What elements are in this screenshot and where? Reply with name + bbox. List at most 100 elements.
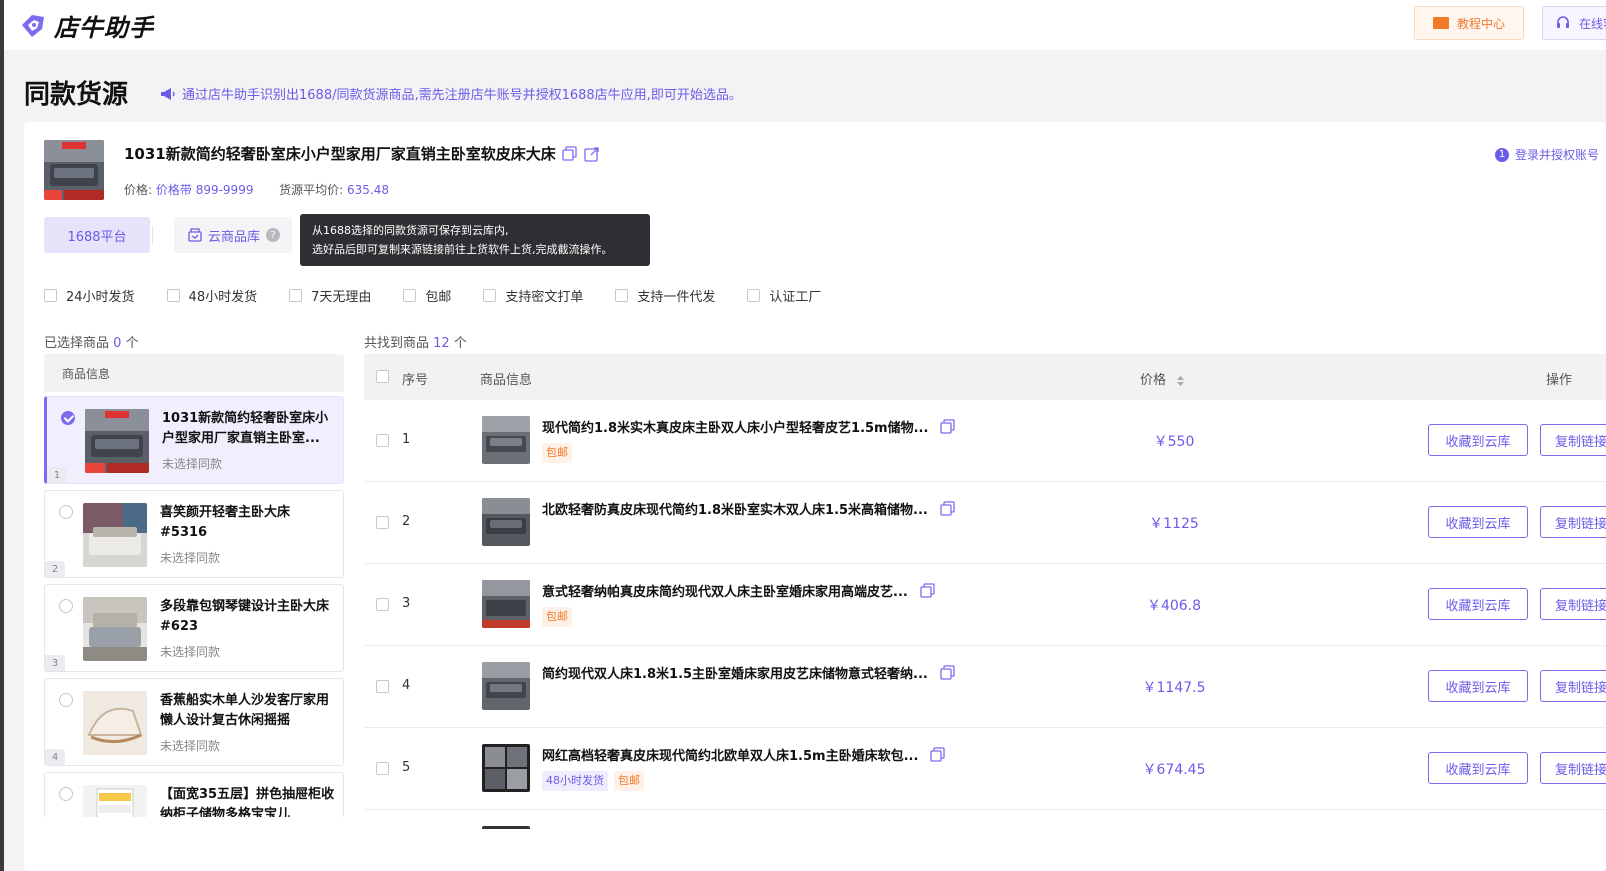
selected-unit: 个 <box>125 336 139 351</box>
save-to-cloud-button[interactable]: 收藏到云库 <box>1428 506 1528 538</box>
product-price: ￥674.45 <box>1142 762 1206 778</box>
table-row: 4 简约现代双人床1.8米1.5主卧室婚床家用皮艺床储物意式轻奢纳... ￥11… <box>364 646 1606 728</box>
product-title: 网红高档轻奢真皮床现代简约北欧单双人床1.5m主卧婚床软包... <box>542 745 946 764</box>
app-name: 店牛助手 <box>54 14 154 42</box>
filter-label: 48小时发货 <box>188 290 258 305</box>
filter-dropship[interactable]: 支持一件代发 <box>615 286 715 305</box>
avg-price-label: 货源平均价: <box>279 183 344 197</box>
copy-icon[interactable] <box>940 664 956 681</box>
price-label: 价格: <box>124 183 153 197</box>
results-table-header: 序号 商品信息 价格 操作 <box>364 354 1606 400</box>
tutorial-label: 教程中心 <box>1456 16 1505 31</box>
radio[interactable] <box>59 599 73 613</box>
sort-icon[interactable] <box>1176 375 1185 387</box>
found-label: 共找到商品 <box>364 336 430 351</box>
copy-link-button[interactable]: 复制链接 <box>1540 752 1606 784</box>
save-to-cloud-button[interactable]: 收藏到云库 <box>1428 752 1528 784</box>
product-thumbnail <box>85 409 149 473</box>
list-item[interactable]: 1031新款简约轻奢卧室床小户型家用厂家直销主卧室... 未选择同款 1 <box>44 396 344 484</box>
product-title-text: 北欧轻奢防真皮床现代简约1.8米卧室实木双人床1.5米高箱储物... <box>542 503 928 518</box>
megaphone-icon <box>161 87 175 100</box>
tab-cloud-library[interactable]: 云商品库 ? <box>174 217 292 253</box>
product-thumbnail <box>83 785 147 817</box>
product-thumbnail <box>83 597 147 661</box>
filter-7day-return[interactable]: 7天无理由 <box>289 286 371 305</box>
product-price: ￥550 <box>1153 434 1195 450</box>
item-index: 1 <box>47 467 67 483</box>
filter-48h[interactable]: 48小时发货 <box>166 286 258 305</box>
login-auth-link[interactable]: 1 登录并授权账号 <box>1495 146 1599 163</box>
tag-48h-shipping: 48小时发货 <box>542 771 608 791</box>
row-index: 1 <box>402 432 411 447</box>
headset-icon <box>1557 16 1569 28</box>
row-checkbox[interactable] <box>376 516 389 529</box>
tab-1688-platform[interactable]: 1688平台 <box>44 217 150 253</box>
copy-title-icon[interactable] <box>562 145 578 162</box>
item-index: 2 <box>45 561 65 577</box>
product-name: 1031新款简约轻奢卧室床小户型家用厂家直销主卧室... <box>162 411 329 446</box>
list-item[interactable]: 香蕉船实木单人沙发客厅家用懒人设计复古休闲摇摇 未选择同款 4 <box>44 678 344 766</box>
book-icon <box>1432 17 1449 29</box>
list-item[interactable]: 多段靠包钢琴键设计主卧大床#623 未选择同款 3 <box>44 584 344 672</box>
column-action: 操作 <box>1546 373 1573 388</box>
radio[interactable] <box>59 505 73 519</box>
source-product-title: 1031新款简约轻奢卧室床小户型家用厂家直销主卧室软皮床大床 <box>124 143 600 164</box>
column-price[interactable]: 价格 <box>1140 369 1185 388</box>
checkbox[interactable] <box>615 289 629 302</box>
checkbox[interactable] <box>483 289 497 302</box>
filter-free-shipping[interactable]: 包邮 <box>403 286 451 305</box>
open-link-icon[interactable] <box>584 146 600 162</box>
list-item[interactable]: 【面宽35五层】拼色抽屉柜收纳柜子储物多格宝宝儿 5 <box>44 772 344 817</box>
tutorial-center-button[interactable]: 教程中心 <box>1414 6 1524 40</box>
table-row: 3 意式轻奢纳帕真皮床简约现代双人床主卧室婚床家用高端皮艺... 包邮 ￥406… <box>364 564 1606 646</box>
checkbox[interactable] <box>403 289 417 302</box>
help-icon[interactable]: ? <box>266 228 281 242</box>
copy-link-button[interactable]: 复制链接 <box>1540 670 1606 702</box>
filter-label: 支持密文打单 <box>505 290 584 305</box>
checkbox[interactable] <box>747 289 761 302</box>
tag-list: 48小时发货 包邮 <box>542 771 650 791</box>
results-table-body: 1 现代简约1.8米实木真皮床主卧双人床小户型轻奢皮艺1.5m储物... 包邮 … <box>364 400 1606 829</box>
product-title: 意式轻奢纳帕真皮床简约现代双人床主卧室婚床家用高端皮艺... <box>542 581 936 600</box>
save-to-cloud-button[interactable]: 收藏到云库 <box>1428 588 1528 620</box>
checkbox[interactable] <box>166 289 180 302</box>
save-to-cloud-button[interactable]: 收藏到云库 <box>1428 424 1528 456</box>
selected-product-list[interactable]: 1031新款简约轻奢卧室床小户型家用厂家直销主卧室... 未选择同款 1 喜笑颜… <box>44 396 344 817</box>
filter-encrypted-print[interactable]: 支持密文打单 <box>483 286 583 305</box>
copy-icon[interactable] <box>940 418 956 435</box>
left-column-header: 商品信息 <box>44 354 344 392</box>
checkbox[interactable] <box>44 289 57 302</box>
checkbox[interactable] <box>289 289 303 302</box>
copy-icon[interactable] <box>940 500 956 517</box>
app-logo[interactable]: 店牛助手 <box>18 8 154 43</box>
filter-label: 包邮 <box>425 290 452 305</box>
row-checkbox[interactable] <box>376 434 389 447</box>
copy-icon[interactable] <box>920 582 936 599</box>
copy-link-button[interactable]: 复制链接 <box>1540 506 1606 538</box>
filter-bar: 24小时发货 48小时发货 7天无理由 包邮 支持密文打单 支持一件代发 认证工… <box>44 286 853 305</box>
tag-list: 包邮 <box>542 443 578 463</box>
filter-label: 认证工厂 <box>769 290 822 305</box>
copy-icon[interactable] <box>930 746 946 763</box>
copy-link-button[interactable]: 复制链接 <box>1540 588 1606 620</box>
select-all-checkbox[interactable] <box>376 370 389 383</box>
step-badge: 1 <box>1495 147 1509 162</box>
row-checkbox[interactable] <box>376 762 389 775</box>
row-checkbox[interactable] <box>376 680 389 693</box>
filter-24h[interactable]: 24小时发货 <box>44 286 135 305</box>
table-row: 1 现代简约1.8米实木真皮床主卧双人床小户型轻奢皮艺1.5m储物... 包邮 … <box>364 400 1606 482</box>
row-checkbox[interactable] <box>376 598 389 611</box>
radio[interactable] <box>59 787 73 801</box>
row-index: 4 <box>402 678 411 693</box>
notice-text: 通过店牛助手识别出1688/同款货源商品,需先注册店牛账号并授权1688店牛应用… <box>182 88 742 103</box>
filter-certified-factory[interactable]: 认证工厂 <box>747 286 821 305</box>
save-to-cloud-button[interactable]: 收藏到云库 <box>1428 670 1528 702</box>
copy-link-button[interactable]: 复制链接 <box>1540 424 1606 456</box>
tab-divider <box>152 226 153 244</box>
product-image <box>482 498 530 546</box>
radio-checked[interactable] <box>61 411 75 425</box>
radio[interactable] <box>59 693 73 707</box>
online-service-button[interactable]: 在线客服 <box>1542 6 1606 40</box>
row-index: 3 <box>402 596 411 611</box>
list-item[interactable]: 喜笑颜开轻奢主卧大床#5316 未选择同款 2 <box>44 490 344 578</box>
